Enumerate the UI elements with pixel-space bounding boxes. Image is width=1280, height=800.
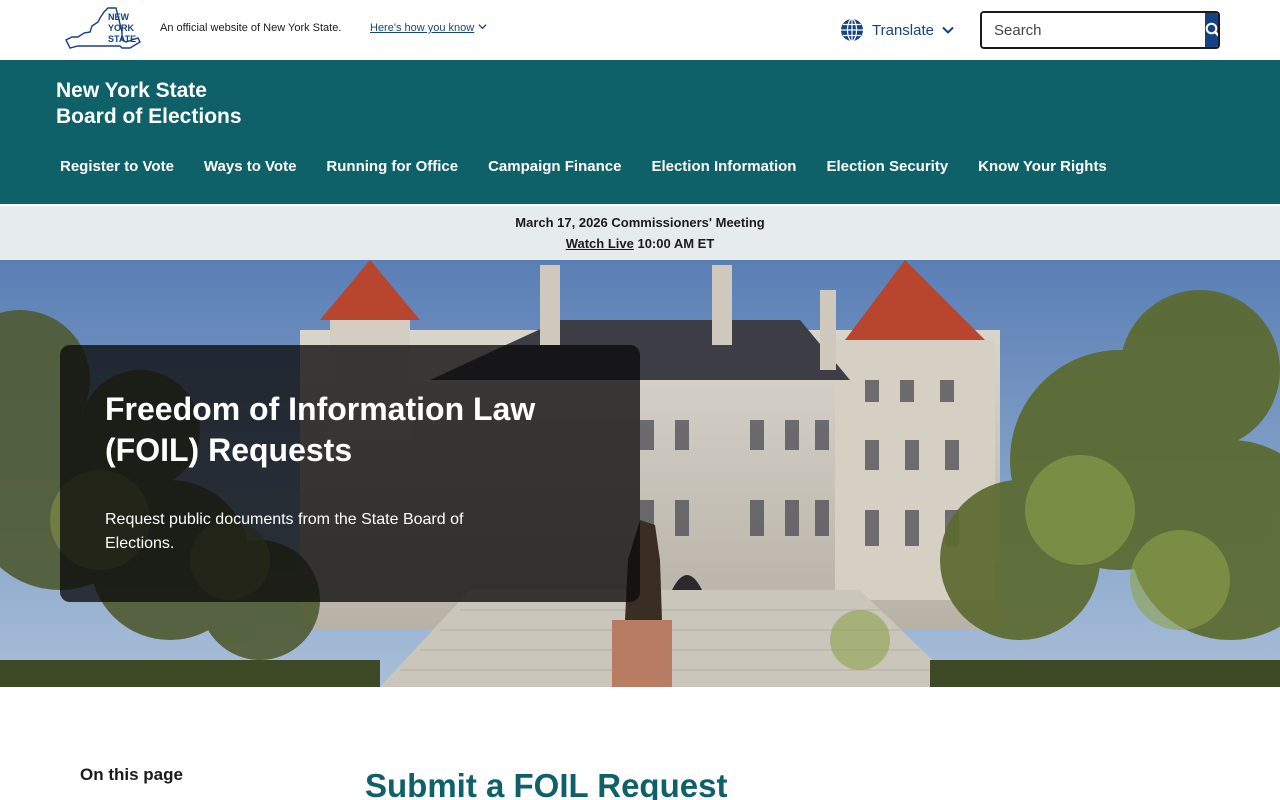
nav-item-register-to-vote[interactable]: Register to Vote (45, 156, 189, 178)
nav-item-ways-to-vote[interactable]: Ways to Vote (189, 156, 312, 178)
logo-text-york: YORK (108, 23, 135, 33)
chevron-down-icon (942, 26, 954, 34)
section-heading: Submit a FOIL Request (365, 767, 728, 800)
hero-banner: Freedom of Information Law (FOIL) Reques… (0, 260, 1280, 687)
search-input[interactable] (982, 13, 1205, 47)
translate-button[interactable]: Translate (840, 17, 954, 43)
alert-title: March 17, 2026 Commissioners' Meeting (515, 215, 765, 230)
nav-item-election-information[interactable]: Election Information (636, 156, 811, 178)
chevron-down-icon (478, 24, 487, 30)
agency-name-line1: New York State (56, 79, 207, 102)
agency-name[interactable]: New York State Board of Elections (56, 78, 242, 130)
search-button[interactable] (1205, 13, 1218, 47)
how-you-know-link[interactable]: Here's how you know (370, 22, 487, 34)
alert-banner: March 17, 2026 Commissioners' Meeting Wa… (0, 206, 1280, 260)
globe-icon (841, 18, 863, 42)
alert-time: 10:00 AM ET (637, 236, 715, 251)
hero-description: Request public documents from the State … (105, 511, 464, 552)
on-this-page-heading: On this page (80, 765, 183, 784)
translate-label: Translate (872, 21, 934, 39)
logo-text-new: NEW (108, 12, 130, 22)
nav-item-running-for-office[interactable]: Running for Office (311, 156, 473, 178)
watch-live-link[interactable]: Watch Live (566, 236, 634, 251)
official-website-text: An official website of New York State. (160, 22, 342, 34)
hero-card: Freedom of Information Law (FOIL) Reques… (60, 345, 640, 602)
search-icon (1205, 22, 1218, 37)
page-title: Freedom of Information Law (FOIL) Reques… (105, 391, 536, 468)
nys-logo-icon[interactable]: NEW YORK STATE (64, 6, 144, 54)
alert-details: Watch Live 10:00 AM ET (0, 236, 1280, 251)
logo-text-state: STATE (108, 34, 136, 44)
how-you-know-label: Here's how you know (370, 22, 475, 34)
nav-item-campaign-finance[interactable]: Campaign Finance (473, 156, 636, 178)
nav-item-know-your-rights[interactable]: Know Your Rights (963, 156, 1122, 178)
search-form (980, 11, 1220, 49)
nav-item-election-security[interactable]: Election Security (811, 156, 963, 178)
universal-header: NEW YORK STATE An official website of Ne… (0, 0, 1280, 60)
agency-header: New York State Board of Elections Regist… (0, 60, 1280, 204)
agency-name-line2: Board of Elections (56, 105, 242, 128)
main-navigation: Register to Vote Ways to Vote Running fo… (45, 156, 1122, 178)
